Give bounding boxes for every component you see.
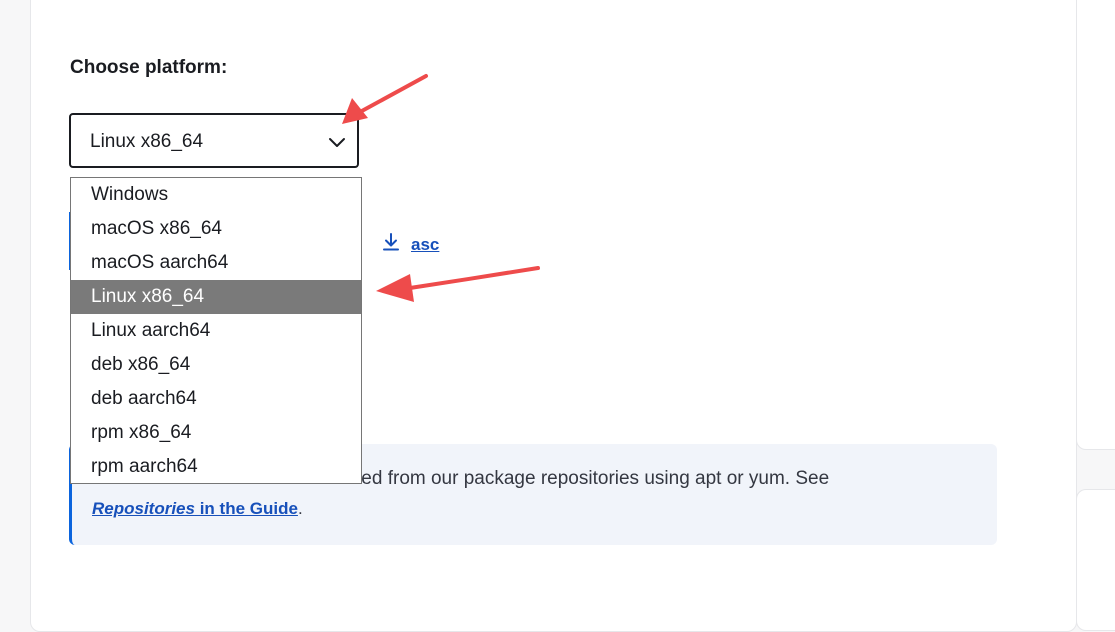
option-macos-x86-64[interactable]: macOS x86_64	[71, 212, 361, 246]
option-linux-aarch64[interactable]: Linux aarch64	[71, 314, 361, 348]
option-rpm-aarch64[interactable]: rpm aarch64	[71, 450, 361, 483]
platform-select[interactable]: Linux x86_64	[69, 113, 359, 168]
repositories-link[interactable]: Repositories	[92, 499, 195, 518]
annotation-arrow-icon	[376, 266, 540, 302]
asc-download-link[interactable]: asc	[381, 232, 439, 257]
option-rpm-x86-64[interactable]: rpm x86_64	[71, 416, 361, 450]
platform-select-value: Linux x86_64	[90, 131, 204, 152]
option-deb-x86-64[interactable]: deb x86_64	[71, 348, 361, 382]
option-windows[interactable]: Windows	[71, 178, 361, 212]
callout-link-line: Repositories in the Guide.	[92, 499, 303, 519]
annotation-arrow-icon	[342, 74, 428, 124]
callout-period: .	[297, 499, 303, 518]
download-icon	[381, 232, 401, 257]
asc-label: asc	[411, 234, 440, 254]
guide-link[interactable]: in the Guide	[195, 499, 298, 518]
chevron-down-icon	[327, 132, 347, 157]
side-panel-lower	[1076, 489, 1115, 631]
option-macos-aarch64[interactable]: macOS aarch64	[71, 246, 361, 280]
side-panel	[1076, 0, 1115, 450]
option-deb-aarch64[interactable]: deb aarch64	[71, 382, 361, 416]
platform-heading: Choose platform:	[70, 57, 228, 78]
platform-dropdown-list: Windows macOS x86_64 macOS aarch64 Linux…	[70, 177, 362, 484]
option-linux-x86-64[interactable]: Linux x86_64	[71, 280, 361, 314]
